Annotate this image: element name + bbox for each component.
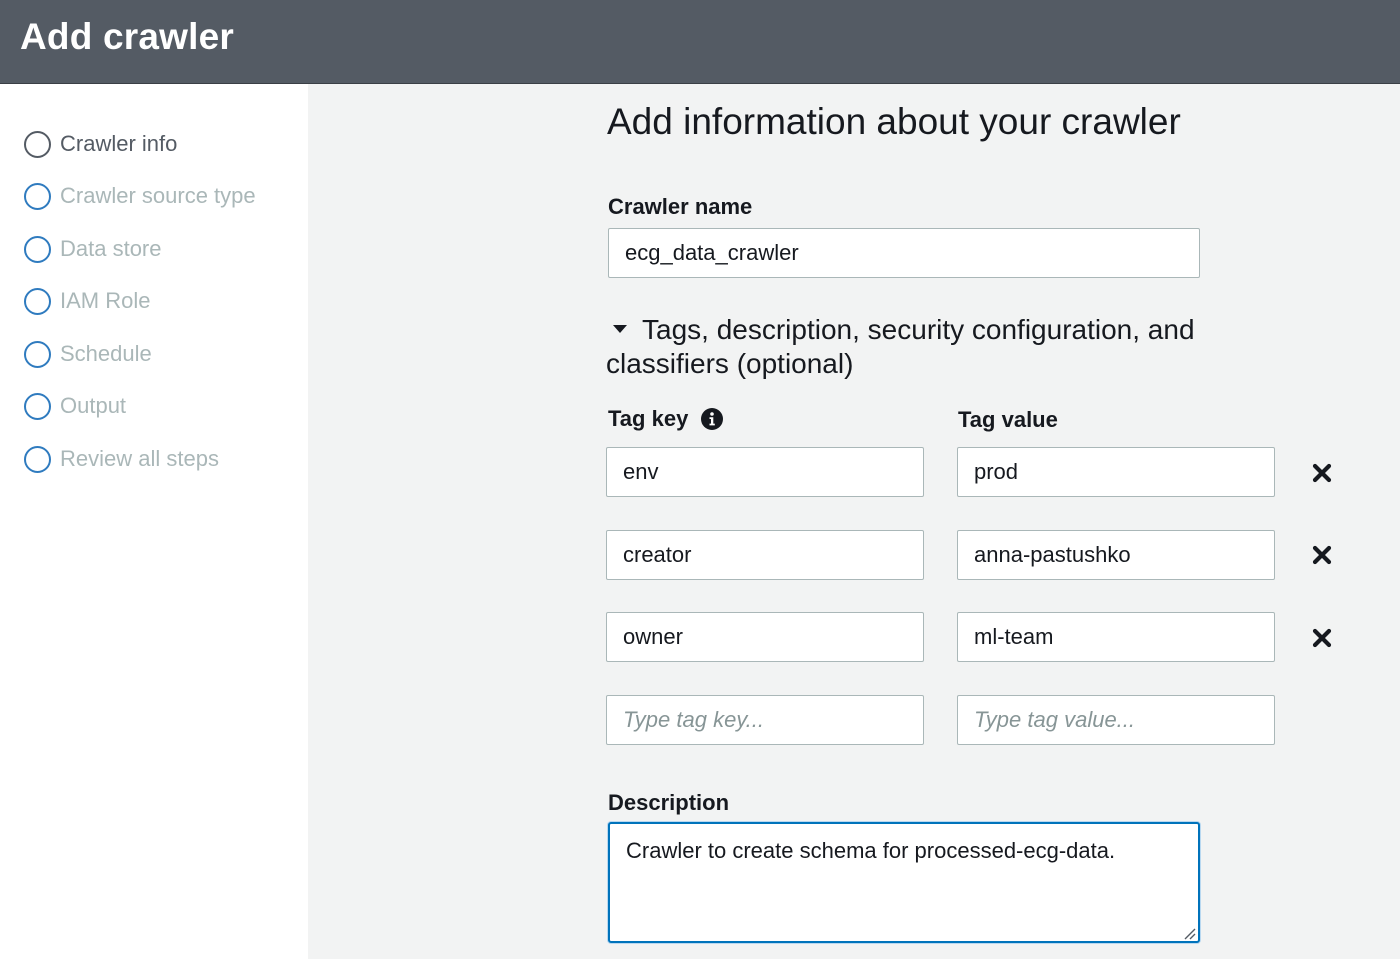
step-label: IAM Role: [60, 288, 151, 313]
remove-tag-icon[interactable]: [1310, 543, 1334, 567]
step-crawler-source-type[interactable]: Crawler source type: [24, 181, 256, 211]
step-circle-icon: [24, 445, 51, 473]
step-review-all-steps[interactable]: Review all steps: [24, 444, 219, 474]
crawler-name-input[interactable]: [608, 228, 1200, 278]
remove-tag-icon[interactable]: [1310, 626, 1334, 650]
tag-value-input[interactable]: [957, 612, 1275, 662]
step-label: Data store: [60, 236, 162, 261]
caret-down-icon: [613, 325, 627, 333]
optional-section-toggle[interactable]: Tags, description, security configuratio…: [606, 313, 1206, 381]
step-circle-icon: [24, 130, 51, 158]
remove-tag-icon[interactable]: [1310, 461, 1334, 485]
step-crawler-info[interactable]: Crawler info: [24, 129, 177, 159]
page-header-title: Add crawler: [20, 16, 234, 57]
tag-key-header: Tag key: [608, 406, 689, 431]
tag-key-input[interactable]: [606, 612, 924, 662]
tag-value-input[interactable]: [957, 530, 1275, 580]
new-tag-value-input[interactable]: [957, 695, 1275, 745]
step-label: Output: [60, 393, 127, 418]
description-label: Description: [608, 790, 730, 815]
crawler-name-label: Crawler name: [608, 194, 753, 219]
step-data-store[interactable]: Data store: [24, 234, 162, 264]
tag-value-input[interactable]: [957, 447, 1275, 497]
step-circle-icon: [24, 287, 51, 315]
step-label: Crawler source type: [60, 183, 256, 208]
step-label: Review all steps: [60, 446, 219, 471]
tag-key-input[interactable]: [606, 447, 924, 497]
tag-key-input[interactable]: [606, 530, 924, 580]
page-header: Add crawler: [0, 0, 1400, 84]
page-title: Add information about your crawler: [607, 101, 1181, 142]
optional-section-label: Tags, description, security configuratio…: [606, 314, 1195, 379]
step-circle-icon: [24, 340, 51, 368]
step-circle-icon: [24, 182, 51, 210]
tag-value-header: Tag value: [958, 407, 1058, 432]
step-output[interactable]: Output: [24, 391, 126, 421]
wizard-steps-sidebar: Crawler info Crawler source type Data st…: [0, 84, 308, 959]
step-circle-icon: [24, 235, 51, 263]
new-tag-key-input[interactable]: [606, 695, 924, 745]
step-circle-icon: [24, 392, 51, 420]
step-schedule[interactable]: Schedule: [24, 339, 152, 369]
description-textarea[interactable]: Crawler to create schema for processed-e…: [608, 822, 1200, 943]
info-icon[interactable]: [701, 408, 723, 430]
step-iam-role[interactable]: IAM Role: [24, 286, 150, 316]
step-label: Crawler info: [60, 131, 178, 156]
step-label: Schedule: [60, 341, 152, 366]
resize-grip-icon[interactable]: [1182, 926, 1196, 940]
